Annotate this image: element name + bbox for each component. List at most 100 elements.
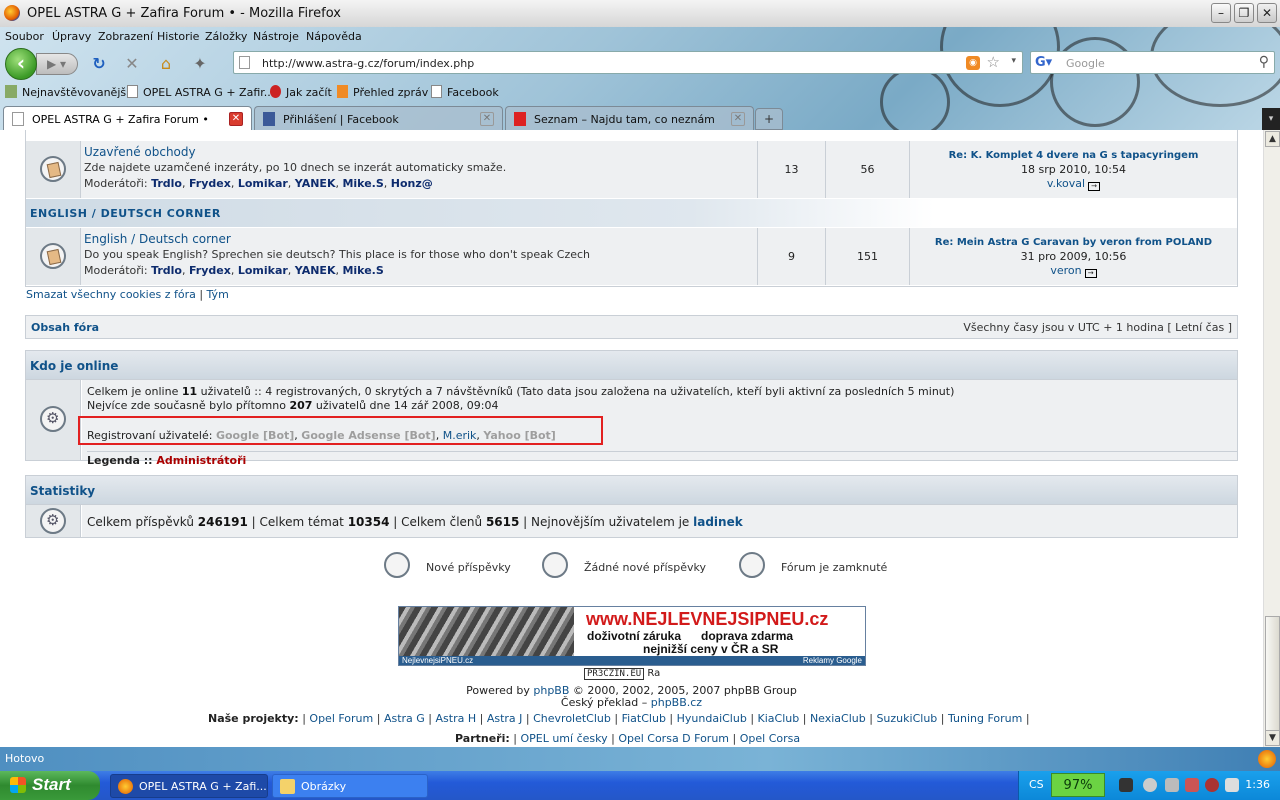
- menu-zobrazeni[interactable]: Zobrazení: [98, 30, 153, 43]
- forum-title-link[interactable]: Uzavřené obchody: [84, 145, 754, 159]
- forward-button[interactable]: ▶ ▾: [36, 53, 78, 75]
- delete-cookies-link[interactable]: Smazat všechny cookies z fóra: [26, 288, 196, 301]
- team-link[interactable]: Tým: [207, 288, 229, 301]
- power-icon[interactable]: [1119, 778, 1133, 792]
- url-text[interactable]: http://www.astra-g.cz/forum/index.php: [262, 57, 474, 70]
- vertical-scrollbar[interactable]: ▲ ▼: [1263, 130, 1280, 747]
- partner-link[interactable]: Opel Corsa D Forum: [618, 732, 729, 745]
- view-latest-post-icon[interactable]: →: [1088, 182, 1101, 191]
- google-icon[interactable]: G▾: [1035, 55, 1052, 71]
- last-post-author[interactable]: veron: [1050, 264, 1081, 277]
- tray-arrow-icon[interactable]: [1143, 778, 1157, 792]
- bookmark-star-icon[interactable]: ☆: [987, 53, 1000, 71]
- project-link[interactable]: KiaClub: [758, 712, 800, 725]
- newest-user-link[interactable]: ladinek: [693, 515, 743, 529]
- partner-link[interactable]: Opel Corsa: [740, 732, 800, 745]
- bookmark-most-visited[interactable]: Nejnavštěvovanější: [5, 85, 129, 99]
- clock[interactable]: 1:36: [1245, 778, 1270, 791]
- search-icon[interactable]: ⚲: [1259, 54, 1269, 70]
- project-link[interactable]: Tuning Forum: [948, 712, 1022, 725]
- language-indicator[interactable]: CS: [1029, 778, 1044, 791]
- scroll-up-arrow[interactable]: ▲: [1265, 131, 1280, 147]
- menu-historie[interactable]: Historie: [157, 30, 199, 43]
- admin-group-link[interactable]: Administrátoři: [156, 454, 246, 467]
- project-link[interactable]: Opel Forum: [309, 712, 373, 725]
- navigation-toolbar: ▶ ▾ ‹ ↻ ✕ ⌂ ✦ http://www.astra-g.cz/foru…: [0, 47, 1280, 80]
- project-link[interactable]: Astra G: [384, 712, 425, 725]
- url-dropdown-icon[interactable]: ▾: [1011, 56, 1016, 66]
- stop-icon[interactable]: ✕: [122, 54, 142, 74]
- moderator-link[interactable]: Trdlo: [151, 264, 182, 277]
- security-icon[interactable]: [1185, 778, 1199, 792]
- close-tab-icon[interactable]: ✕: [731, 112, 745, 126]
- bookmark-opel[interactable]: OPEL ASTRA G + Zafir...: [127, 85, 274, 99]
- project-link[interactable]: SuzukiClub: [876, 712, 937, 725]
- moderator-link[interactable]: Lomikar: [238, 177, 288, 190]
- close-tab-icon[interactable]: ✕: [480, 112, 494, 126]
- project-link[interactable]: HyundaiClub: [677, 712, 747, 725]
- moderator-link[interactable]: Frydex: [189, 264, 231, 277]
- taskbar-item-folder[interactable]: Obrázky: [272, 774, 428, 798]
- moderator-link[interactable]: Trdlo: [151, 177, 182, 190]
- scroll-down-arrow[interactable]: ▼: [1265, 730, 1280, 746]
- close-tab-icon[interactable]: ✕: [229, 112, 243, 126]
- moderator-link[interactable]: YANEK: [295, 264, 336, 277]
- advertisement-banner[interactable]: www.NEJLEVNEJSIPNEU.cz doživotní záruka …: [398, 606, 866, 666]
- home-icon[interactable]: ⌂: [156, 54, 176, 74]
- phpbb-cz-link[interactable]: phpBB.cz: [651, 696, 702, 709]
- url-bar[interactable]: http://www.astra-g.cz/forum/index.php ◉ …: [233, 51, 1023, 74]
- last-post-author[interactable]: v.koval: [1047, 177, 1085, 190]
- moderator-link[interactable]: Honz@: [391, 177, 433, 190]
- battery-indicator[interactable]: 97%: [1051, 773, 1105, 797]
- who-is-online-heading[interactable]: Kdo je online: [26, 351, 1237, 380]
- moderator-link[interactable]: Mike.S: [342, 264, 383, 277]
- close-button[interactable]: ✕: [1257, 3, 1277, 23]
- search-input[interactable]: G▾ Google ⚲: [1030, 51, 1275, 74]
- volume-icon[interactable]: [1225, 778, 1239, 792]
- minimize-button[interactable]: –: [1211, 3, 1231, 23]
- bookmark-jak-zacit[interactable]: Jak začít: [270, 85, 332, 99]
- new-tab-button[interactable]: +: [755, 108, 783, 130]
- view-latest-post-icon[interactable]: →: [1084, 269, 1097, 278]
- reload-icon[interactable]: ↻: [89, 54, 109, 74]
- antivirus-icon[interactable]: [1205, 778, 1219, 792]
- last-post-link[interactable]: Re: Mein Astra G Caravan by veron from P…: [910, 236, 1237, 250]
- project-link[interactable]: FiatClub: [622, 712, 666, 725]
- moderator-link[interactable]: Mike.S: [342, 177, 383, 190]
- last-post-link[interactable]: Re: K. Komplet 4 dvere na G s tapacyring…: [910, 149, 1237, 163]
- menu-nastroje[interactable]: Nástroje: [253, 30, 299, 43]
- moderator-link[interactable]: Frydex: [189, 177, 231, 190]
- tab-facebook[interactable]: Přihlášení | Facebook ✕: [254, 106, 503, 130]
- moderator-link[interactable]: Lomikar: [238, 264, 288, 277]
- partner-link[interactable]: OPEL umí česky: [520, 732, 607, 745]
- restore-button[interactable]: ❐: [1234, 3, 1254, 23]
- forum-index-link[interactable]: Obsah fóra: [31, 321, 99, 334]
- menu-upravy[interactable]: Úpravy: [52, 30, 91, 43]
- project-link[interactable]: Astra J: [487, 712, 523, 725]
- bookmark-facebook[interactable]: Facebook: [431, 85, 499, 99]
- addon-icon[interactable]: ✦: [190, 54, 210, 74]
- counter-badge[interactable]: PR3CZIN.EU Ra: [584, 668, 660, 680]
- category-header[interactable]: ENGLISH / DEUTSCH CORNER: [26, 199, 1237, 227]
- project-link[interactable]: Astra H: [436, 712, 477, 725]
- scroll-thumb[interactable]: [1265, 616, 1280, 732]
- menu-soubor[interactable]: Soubor: [5, 30, 44, 43]
- project-link[interactable]: NexiaClub: [810, 712, 866, 725]
- ad-source-link[interactable]: NejlevnejsiPNEU.cz: [402, 656, 473, 665]
- tab-opel-forum[interactable]: OPEL ASTRA G + Zafira Forum • ✕: [3, 106, 252, 130]
- start-button[interactable]: Start: [0, 771, 100, 800]
- forum-title-link[interactable]: English / Deutsch corner: [84, 232, 754, 246]
- ad-google-link[interactable]: Reklamy Google: [803, 656, 862, 665]
- moderator-link[interactable]: YANEK: [295, 177, 336, 190]
- back-button[interactable]: ‹: [5, 48, 37, 80]
- firefox-status-icon[interactable]: [1258, 750, 1276, 768]
- tab-list-button[interactable]: ▾: [1262, 108, 1280, 130]
- network-icon[interactable]: [1165, 778, 1179, 792]
- menu-zalozky[interactable]: Záložky: [205, 30, 247, 43]
- taskbar-item-firefox[interactable]: OPEL ASTRA G + Zafi...: [110, 774, 268, 798]
- rss-icon[interactable]: ◉: [966, 56, 980, 70]
- tab-seznam[interactable]: Seznam – Najdu tam, co neznám ✕: [505, 106, 754, 130]
- project-link[interactable]: ChevroletClub: [533, 712, 611, 725]
- menu-napoveda[interactable]: Nápověda: [306, 30, 362, 43]
- bookmark-prehled-zprav[interactable]: Přehled zpráv: [337, 85, 428, 99]
